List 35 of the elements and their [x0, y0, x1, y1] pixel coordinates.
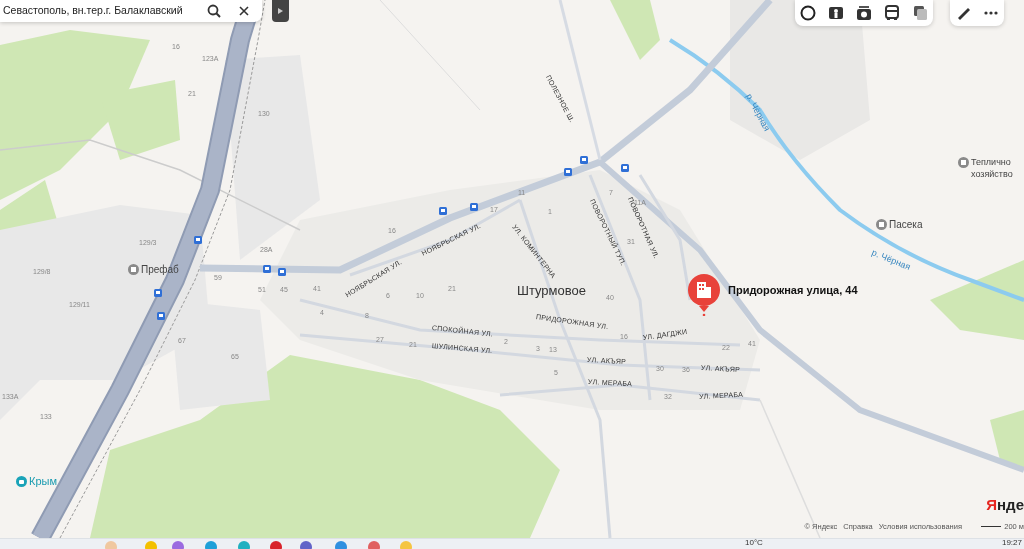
- park-area: [610, 0, 660, 60]
- bus-stop-icon[interactable]: [621, 164, 629, 172]
- layers-icon[interactable]: [800, 5, 816, 21]
- building-icon: [128, 264, 139, 275]
- bus-stop-icon[interactable]: [580, 156, 588, 164]
- scale-bar: [981, 525, 1002, 527]
- bus-stop-icon[interactable]: [154, 289, 162, 297]
- building-icon: [958, 157, 969, 168]
- place-label: Штурмовое: [517, 284, 586, 297]
- bus-stop-icon[interactable]: [439, 207, 447, 215]
- bus-stop-icon[interactable]: [564, 168, 572, 176]
- park-area: [990, 410, 1024, 470]
- weather-text: 10°C: [745, 539, 763, 547]
- bus-stop-icon[interactable]: [157, 312, 165, 320]
- bus-icon[interactable]: [884, 5, 900, 21]
- collapse-button[interactable]: [272, 0, 289, 22]
- camera-icon[interactable]: [856, 5, 872, 21]
- pin-label: Придорожная улица, 44: [728, 284, 858, 296]
- bus-stop-icon[interactable]: [278, 268, 286, 276]
- bus-stop-icon[interactable]: [194, 236, 202, 244]
- close-icon: [239, 6, 249, 16]
- bus-stop-icon[interactable]: [263, 265, 271, 273]
- search-field[interactable]: Севастополь, вн.тер.г. Балаклавский: [3, 3, 199, 19]
- bus-stop-icon[interactable]: [470, 203, 478, 211]
- map-logo: Янде: [986, 494, 1024, 515]
- poi-label[interactable]: Пасека: [876, 219, 923, 230]
- squares-icon[interactable]: [912, 5, 928, 21]
- clock-text: 19:27: [1001, 539, 1022, 547]
- poi-label[interactable]: Теплично хозяйство: [958, 157, 1021, 181]
- search-box[interactable]: Севастополь, вн.тер.г. Балаклавский: [0, 0, 262, 22]
- poi-label[interactable]: Префаб: [128, 264, 179, 275]
- location-pin-icon[interactable]: [688, 274, 720, 316]
- building-icon: [876, 219, 887, 230]
- triangle-icon: [278, 8, 283, 14]
- search-icon: [207, 4, 221, 18]
